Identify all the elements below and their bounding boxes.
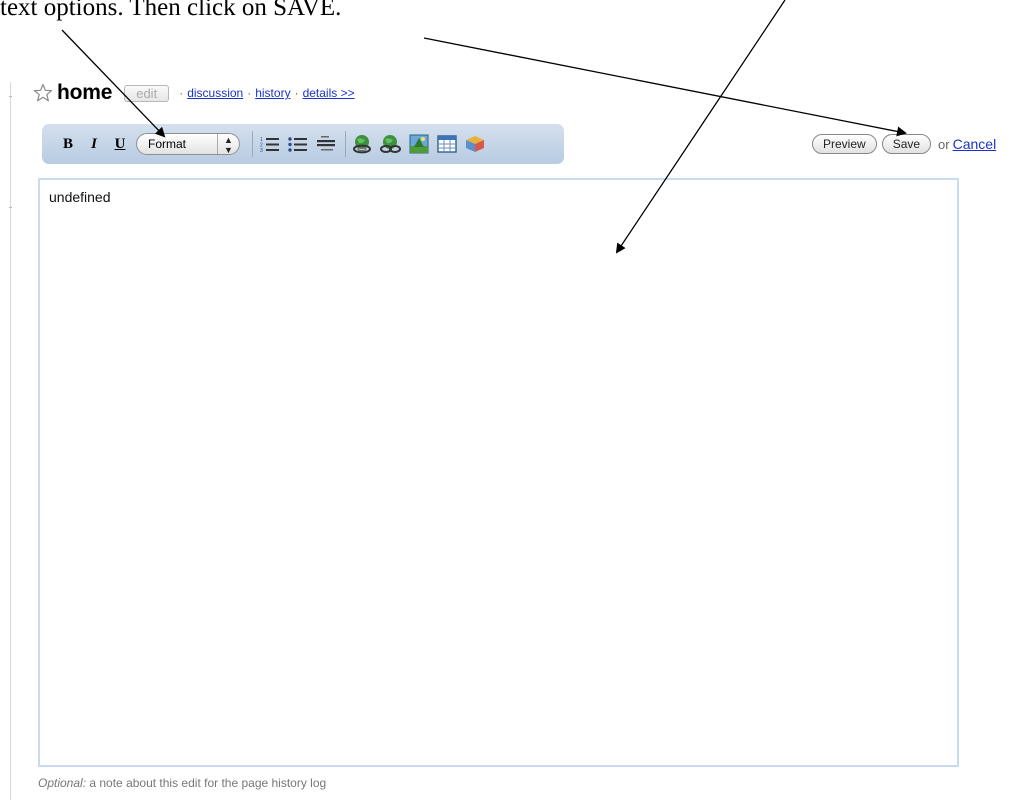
editor-textarea[interactable]: undefined	[38, 178, 959, 767]
separator: ·	[179, 86, 184, 100]
left-tick	[9, 96, 12, 97]
link-icon[interactable]	[352, 133, 374, 155]
details-link[interactable]: details >>	[303, 86, 355, 100]
unlink-icon[interactable]	[380, 133, 402, 155]
image-icon[interactable]	[408, 133, 430, 155]
format-select-label: Format	[148, 137, 187, 151]
select-arrows-icon: ▲ ▼	[217, 134, 239, 155]
editor-actions: Preview Save or Cancel	[812, 133, 996, 155]
format-select[interactable]: Format ▲ ▼	[136, 133, 240, 155]
toolbar-divider	[345, 131, 346, 157]
numbered-list-icon[interactable]: 123	[259, 133, 281, 155]
svg-text:3: 3	[260, 148, 263, 153]
save-button[interactable]: Save	[881, 134, 932, 154]
definition-list-icon[interactable]	[315, 133, 337, 155]
arrow-to-save	[423, 37, 907, 137]
editor-content[interactable]: undefined	[49, 189, 111, 205]
italic-button[interactable]: I	[86, 136, 102, 153]
bullet-list-icon[interactable]	[287, 133, 309, 155]
discussion-link[interactable]: discussion	[187, 86, 243, 100]
instruction-text: text options. Then click on SAVE.	[0, 0, 342, 21]
page-title: home	[57, 81, 113, 104]
edit-button[interactable]: edit	[124, 84, 170, 102]
page-header: home edit · discussion · history · detai…	[33, 80, 355, 106]
star-icon[interactable]	[33, 83, 53, 103]
left-rule	[10, 82, 11, 800]
separator: ·	[294, 86, 299, 100]
table-icon[interactable]	[436, 133, 458, 155]
toolbar-divider	[252, 131, 253, 157]
preview-button[interactable]: Preview	[812, 134, 877, 154]
note-prefix: Optional:	[38, 776, 87, 790]
bold-button[interactable]: B	[60, 136, 76, 153]
history-link[interactable]: history	[255, 86, 290, 100]
left-tick	[9, 207, 12, 208]
separator: ·	[247, 86, 252, 100]
note-text: a note about this edit for the page hist…	[86, 776, 327, 790]
special-char-icon[interactable]	[464, 133, 486, 155]
editor-toolbar: B I U Format ▲ ▼ 123	[42, 124, 564, 164]
underline-button[interactable]: U	[112, 136, 128, 153]
edit-note-hint: Optional: a note about this edit for the…	[38, 776, 326, 790]
cancel-link[interactable]: Cancel	[953, 136, 997, 152]
or-text: or	[938, 136, 950, 152]
